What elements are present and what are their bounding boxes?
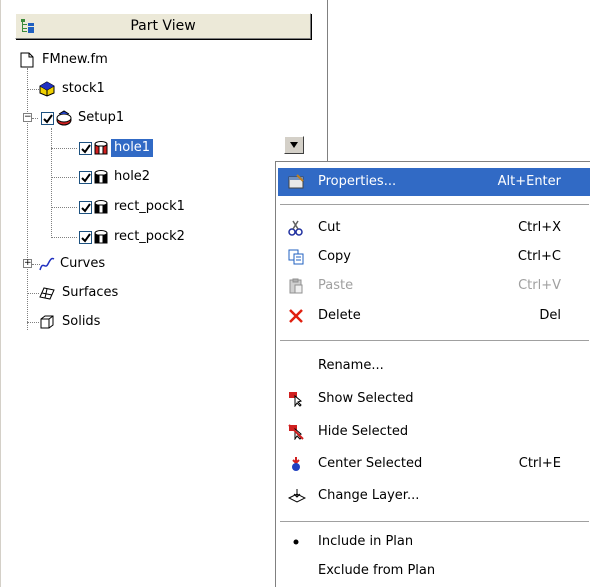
feature-checkbox[interactable] [79,201,92,214]
menu-item-exclude-from-plan[interactable]: Exclude from Plan [278,557,590,585]
feature-checkbox[interactable] [79,171,92,184]
tree-line [27,89,39,90]
center-selected-icon [288,456,304,472]
scissors-icon [288,220,304,236]
hide-selected-icon [288,424,304,441]
tree-label: Solids [62,314,101,329]
delete-icon [288,308,304,324]
menu-item-change-layer[interactable]: Change Layer... [278,482,590,510]
tree-line [32,118,38,119]
tree-node-surfaces[interactable]: Surfaces [39,284,239,302]
feature-icon [93,169,109,185]
panel-header[interactable]: Part View [15,13,311,39]
tree-label: rect_pock1 [114,199,185,214]
tree-line [27,322,39,323]
solids-icon [39,314,55,330]
tree-node-feature[interactable]: hole2 [79,168,259,186]
panel-title: Part View [130,18,196,34]
stock-icon [39,81,55,97]
tree-line [51,128,52,238]
feature-icon [93,199,109,215]
paste-icon [288,278,304,294]
expand-toggle[interactable]: + [23,259,32,268]
menu-separator [280,521,589,523]
context-dropdown-button[interactable] [284,136,304,154]
tree-node-setup[interactable]: Setup1 [41,109,241,127]
tree-node-feature[interactable]: rect_pock2 [79,228,259,246]
tree-line [27,68,28,330]
tree-label: hole2 [114,169,151,184]
menu-item-copy[interactable]: Copy Ctrl+C [278,243,590,271]
menu-item-show-selected[interactable]: Show Selected [278,385,590,413]
tree-label: hole1 [111,139,154,157]
tree-label: Curves [60,256,106,271]
show-selected-icon [288,391,304,408]
curves-icon [39,256,55,272]
copy-icon [288,249,304,265]
feature-checkbox[interactable] [79,231,92,244]
surfaces-icon [39,285,55,301]
tree-node-feature[interactable]: rect_pock1 [79,198,259,216]
hole-feature-icon [93,140,109,156]
tree-node-root[interactable]: FMnew.fm [19,51,219,69]
tree-line [51,177,77,178]
menu-item-rename[interactable]: Rename... [278,352,590,380]
triangle-down-icon [290,142,298,148]
menu-item-delete[interactable]: Delete Del [278,302,590,330]
setup-checkbox[interactable] [41,112,54,125]
tree-node-stock[interactable]: stock1 [39,80,239,98]
menu-item-properties[interactable]: Properties... Alt+Enter [278,168,590,196]
tree-label: Surfaces [62,285,119,300]
feature-icon [93,229,109,245]
tree-label: Setup1 [78,110,125,125]
menu-item-hide-selected[interactable]: Hide Selected [278,418,590,446]
tree-node-feature[interactable]: hole1 [79,139,259,157]
tree-label: rect_pock2 [114,229,185,244]
tree-line [51,207,77,208]
setup-icon [55,110,72,126]
collapse-toggle[interactable]: − [23,113,32,122]
menu-item-include-in-plan[interactable]: Include in Plan [278,528,590,556]
tree-line [51,237,77,238]
menu-separator [280,340,589,342]
document-icon [19,52,35,68]
menu-separator [280,204,589,206]
tree-label: FMnew.fm [42,52,108,67]
change-layer-icon [287,488,307,504]
tree-line [51,148,77,149]
feature-checkbox[interactable] [79,142,92,155]
bullet-icon [288,534,304,550]
tree-node-solids[interactable]: Solids [39,313,239,331]
tree-label: stock1 [62,81,105,96]
menu-item-cut[interactable]: Cut Ctrl+X [278,214,590,242]
menu-item-paste[interactable]: Paste Ctrl+V [278,272,590,300]
menu-item-center-selected[interactable]: Center Selected Ctrl+E [278,450,590,478]
tree-node-curves[interactable]: Curves [39,255,239,273]
tree-line [27,293,39,294]
properties-icon [288,174,304,190]
context-menu: Properties... Alt+Enter Cut Ctrl+X Copy … [275,161,590,587]
